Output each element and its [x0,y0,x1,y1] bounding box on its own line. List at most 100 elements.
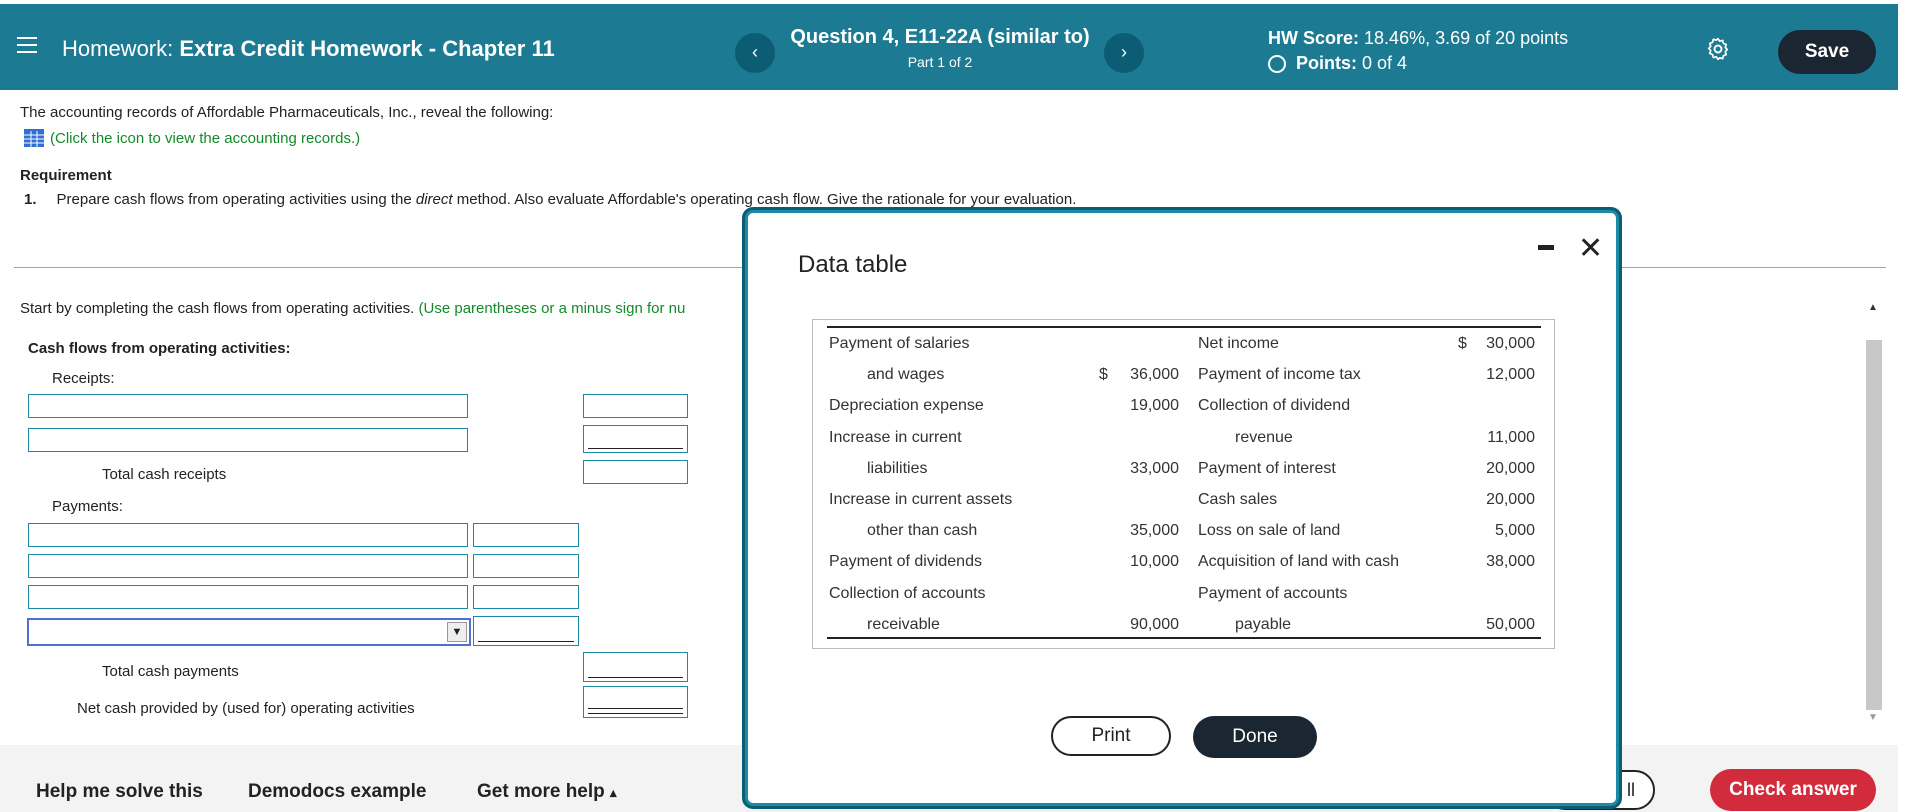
close-icon[interactable]: ✕ [1578,231,1603,266]
left-item-label: liabilities [867,459,928,477]
hw-score-label: HW Score: [1268,28,1360,48]
left-item-value: 90,000 [1130,615,1179,633]
print-button[interactable]: Print [1051,716,1171,756]
view-records-link[interactable]: (Click the icon to view the accounting r… [24,129,360,147]
left-item-value: 36,000 [1130,366,1179,384]
get-more-help-label: Get more help [477,781,605,802]
menu-icon[interactable] [17,37,37,53]
right-item-label: Acquisition of land with cash [1198,553,1399,571]
scrollbar-thumb[interactable] [1866,340,1882,710]
total-receipts-input[interactable] [583,460,688,484]
payment-amount-input-3[interactable] [473,585,579,609]
minimize-icon[interactable] [1538,245,1554,250]
left-item-label: Payment of dividends [829,553,982,571]
requirement-line: 1. Prepare cash flows from operating acti… [24,191,1076,208]
clear-all-label: ll [1627,780,1635,800]
left-item-label: Increase in current assets [829,491,1013,508]
points-value: 0 of 4 [1362,53,1408,73]
right-item-label: Net income [1198,335,1279,352]
table-grid-icon[interactable] [24,129,44,147]
requirement-title: Requirement [20,167,112,184]
net-cash-label: Net cash provided by (used for) operatin… [77,700,415,717]
left-item-value: 10,000 [1130,553,1179,571]
get-more-help-button[interactable]: Get more help ▴ [477,781,617,803]
gear-icon[interactable] [1705,36,1731,62]
table-top-rule [827,326,1541,328]
net-cash-input[interactable] [583,686,688,718]
question-part: Part 1 of 2 [907,54,973,70]
payment-description-input-1[interactable] [28,523,468,547]
left-item-value: 35,000 [1130,522,1179,540]
left-item-label: Depreciation expense [829,397,984,415]
data-table: Payment of salaries Net income $30,000 and … [812,319,1555,649]
demodocs-example-button[interactable]: Demodocs example [248,781,426,803]
receipts-label: Receipts: [52,370,115,387]
right-item-label: revenue [1235,428,1293,446]
cash-flows-title: Cash flows from operating activities: [28,340,291,357]
right-item-label: Payment of income tax [1198,366,1361,384]
dropdown-arrow-icon[interactable]: ▼ [447,622,467,642]
requirement-number: 1. [24,191,37,208]
left-item-label: Collection of accounts [829,584,986,602]
caret-up-icon: ▴ [610,785,617,800]
left-item-value: 33,000 [1130,459,1179,477]
help-me-solve-button[interactable]: Help me solve this [36,781,203,803]
homework-title: Homework: Extra Credit Homework - Chapte… [62,36,555,62]
left-item-label: Increase in current [829,428,962,446]
scroll-up-arrow-icon[interactable]: ▲ [1868,302,1878,313]
question-header: Question 4, E11-22A (similar to) Part 1 … [760,26,1120,70]
right-item-value: 50,000 [1486,615,1535,633]
receipt-description-input-1[interactable] [28,394,468,418]
left-item-label: Payment of salaries [829,335,970,352]
instruction-line: Start by completing the cash flows from … [20,300,685,317]
scroll-down-arrow-icon[interactable]: ▼ [1868,712,1878,723]
receipt-description-input-2[interactable] [28,428,468,452]
question-prompt: The accounting records of Affordable Pha… [20,104,554,121]
right-item-label: Loss on sale of land [1198,522,1341,540]
check-answer-button[interactable]: Check answer [1710,769,1876,811]
right-item-value: 20,000 [1486,491,1535,508]
right-item-value: 20,000 [1486,459,1535,477]
right-item-label: Collection of dividend [1198,397,1351,415]
right-item-label: payable [1235,615,1292,633]
right-item-label: Payment of accounts [1198,584,1348,602]
data-table-modal: Data table ✕ Payment of salaries Net inco… [745,210,1619,806]
payment-amount-input-2[interactable] [473,554,579,578]
payment-description-select[interactable]: ▼ [27,618,471,646]
instruction-hint: (Use parentheses or a minus sign for nu [418,300,686,317]
payment-amount-input-4[interactable] [473,616,579,646]
view-records-text[interactable]: (Click the icon to view the accounting r… [50,130,360,147]
left-item-label: and wages [867,366,945,384]
question-title: Question 4, E11-22A (similar to) [790,26,1090,48]
hw-score-value: 18.46%, 3.69 of 20 points [1364,28,1569,48]
right-item-value: 38,000 [1486,553,1535,571]
right-item-value: 5,000 [1494,522,1535,540]
table-bottom-rule [827,637,1541,639]
points-label: Points: [1296,53,1357,73]
hw-name: Extra Credit Homework - Chapter 11 [179,36,555,61]
left-dollar-sign: $ [1099,366,1108,384]
chevron-right-icon: › [1121,42,1127,62]
chevron-left-icon: ‹ [752,42,758,62]
payment-amount-input-1[interactable] [473,523,579,547]
requirement-text-a: Prepare cash flows from operating activi… [56,191,412,208]
modal-title: Data table [798,251,908,278]
score-panel: HW Score: 18.46%, 3.69 of 20 points Poin… [1268,28,1568,74]
progress-circle-icon [1268,54,1286,73]
payment-description-input-2[interactable] [28,554,468,578]
instruction-text: Start by completing the cash flows from … [20,300,415,317]
receipt-amount-input-1[interactable] [583,394,688,418]
save-button[interactable]: Save [1778,30,1876,74]
receipt-amount-input-2[interactable] [583,425,688,453]
total-payments-input[interactable] [583,652,688,682]
payment-description-input-3[interactable] [28,585,468,609]
right-item-value: 30,000 [1486,335,1535,352]
next-question-button[interactable]: › [1104,33,1144,73]
left-item-label: other than cash [867,522,978,540]
right-item-label: Payment of interest [1198,459,1336,477]
top-bar: Homework: Extra Credit Homework - Chapte… [0,4,1898,90]
right-item-value: 12,000 [1486,366,1535,384]
done-button[interactable]: Done [1193,716,1317,758]
hw-prefix: Homework: [62,36,174,61]
payments-label: Payments: [52,498,123,515]
